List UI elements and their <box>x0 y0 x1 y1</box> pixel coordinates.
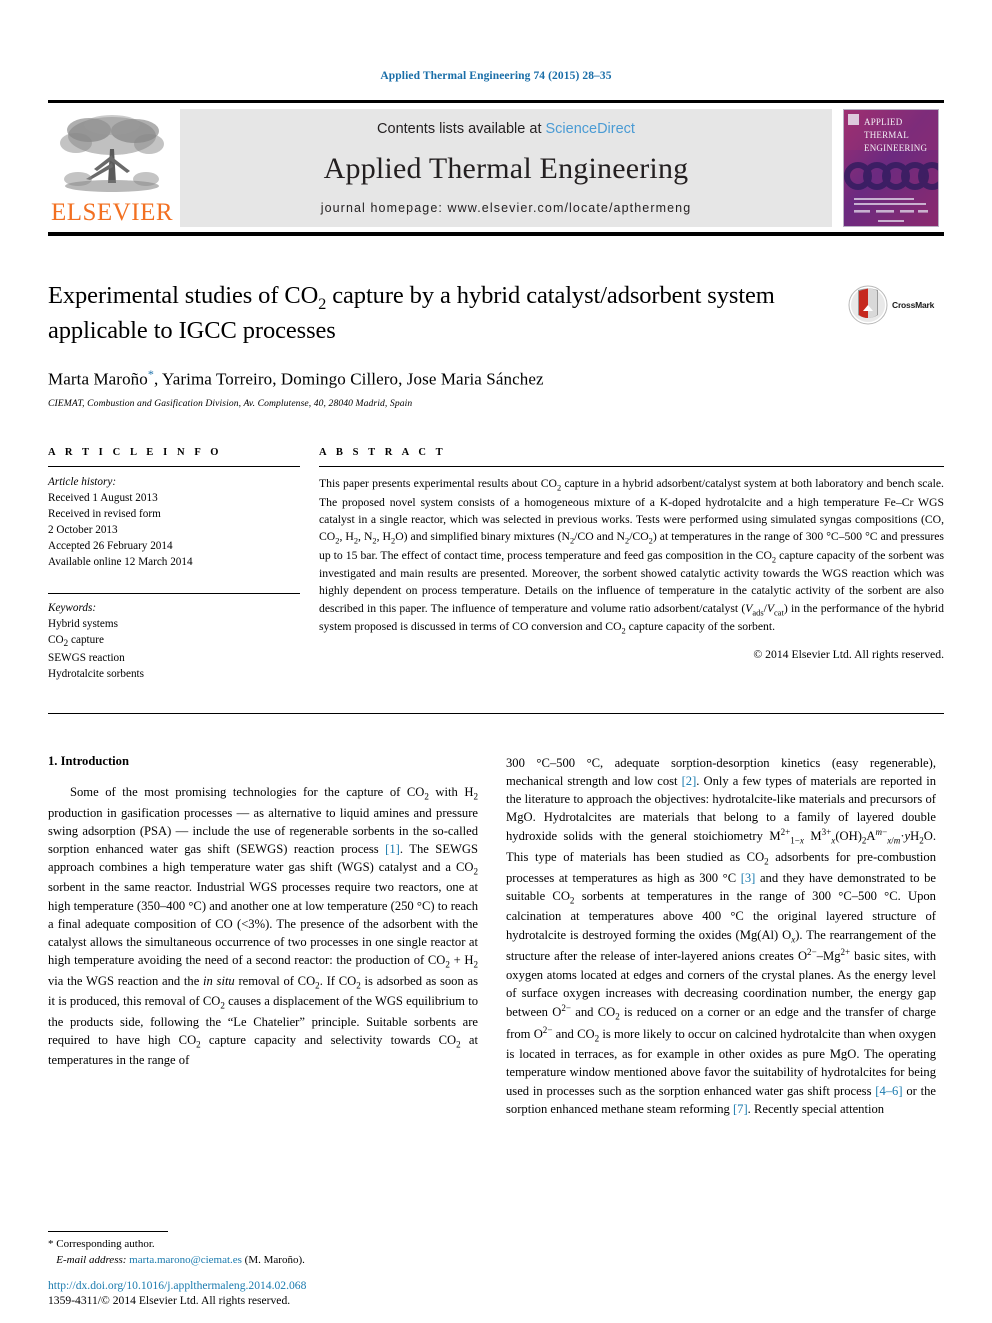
divider <box>48 466 300 468</box>
title-area: Experimental studies of CO2 capture by a… <box>48 280 944 409</box>
body-column-right: 300 °C–500 °C, adequate sorption-desorpt… <box>506 754 936 1118</box>
doi-link[interactable]: http://dx.doi.org/10.1016/j.applthermale… <box>48 1278 518 1294</box>
article-history-item: Received 1 August 2013 <box>48 492 158 505</box>
keyword-item: CO2 capture <box>48 633 104 649</box>
email-suffix: (M. Maroño). <box>241 1253 305 1266</box>
paragraph-intro-left: Some of the most promising technologies … <box>48 784 478 1068</box>
email-link[interactable]: marta.marono@ciemat.es <box>129 1254 242 1266</box>
journal-title: Applied Thermal Engineering <box>323 152 689 185</box>
divider <box>48 592 300 594</box>
article-history-item: Available online 12 March 2014 <box>48 555 193 568</box>
running-head: Applied Thermal Engineering 74 (2015) 28… <box>380 70 612 82</box>
email-label: E-mail address: <box>56 1253 127 1266</box>
abstract-column: A B S T R A C T This paper presents expe… <box>300 447 944 683</box>
abstract-text: This paper presents experimental results… <box>319 477 944 636</box>
info-abstract-section: A R T I C L E I N F O Article history: R… <box>48 447 944 683</box>
citation-link[interactable]: [2] <box>682 774 697 788</box>
elsevier-wordmark: ELSEVIER <box>50 199 174 226</box>
article-history-item: Received in revised form <box>48 508 161 521</box>
article-history-label: Article history: <box>48 476 117 489</box>
journal-cover-thumbnail: APPLIED THERMAL ENGINEERING <box>843 109 939 227</box>
citation-link[interactable]: [1] <box>385 842 400 856</box>
journal-band: Contents lists available at ScienceDirec… <box>180 109 832 227</box>
affiliation: CIEMAT, Combustion and Gasification Divi… <box>48 398 413 410</box>
article-history-item: Accepted 26 February 2014 <box>48 540 173 553</box>
crossmark-label: CrossMark <box>892 300 935 310</box>
journal-masthead: ELSEVIER Contents lists available at Sci… <box>48 100 944 236</box>
author-list: Marta Maroño*, Yarima Torreiro, Domingo … <box>48 367 944 390</box>
journal-cover-block: APPLIED THERMAL ENGINEERING <box>838 109 944 227</box>
elsevier-tree-icon <box>60 115 164 192</box>
body-columns: 1. Introduction Some of the most promisi… <box>48 754 944 1118</box>
crossmark-badge[interactable]: CrossMark <box>848 282 944 328</box>
keywords-label: Keywords: <box>48 601 97 614</box>
keyword-item: Hydrotalcite sorbents <box>48 668 145 681</box>
elsevier-logo-block: ELSEVIER <box>48 109 176 227</box>
svg-text:ENGINEERING: ENGINEERING <box>864 143 927 153</box>
abstract-heading: A B S T R A C T <box>319 447 447 459</box>
section-divider <box>48 712 944 714</box>
article-info-heading: A R T I C L E I N F O <box>48 447 223 459</box>
authors-rest: , Yarima Torreiro, Domingo Cillero, Jose… <box>153 369 544 389</box>
section-heading-introduction: 1. Introduction <box>48 753 129 768</box>
paper-page: Applied Thermal Engineering 74 (2015) 28… <box>0 0 992 1323</box>
keyword-item: Hybrid systems <box>48 617 118 630</box>
author-corresponding: Marta Maroño <box>48 369 148 389</box>
email-note: E-mail address: marta.marono@ciemat.es (… <box>48 1253 478 1268</box>
footnote-divider <box>48 1231 168 1233</box>
colophon-block: http://dx.doi.org/10.1016/j.applthermale… <box>48 1278 518 1309</box>
svg-text:THERMAL: THERMAL <box>864 130 909 140</box>
footnote-block: * Corresponding author. E-mail address: … <box>48 1231 478 1268</box>
crossmark-icon <box>848 285 888 325</box>
issn-copyright: 1359-4311/© 2014 Elsevier Ltd. All right… <box>48 1294 291 1308</box>
svg-text:APPLIED: APPLIED <box>864 117 903 127</box>
body-column-left: 1. Introduction Some of the most promisi… <box>48 754 478 1118</box>
divider <box>319 466 944 468</box>
article-info-column: A R T I C L E I N F O Article history: R… <box>48 447 300 683</box>
contents-prefix: Contents lists available at <box>377 121 546 137</box>
paper-title: Experimental studies of CO2 capture by a… <box>48 280 838 347</box>
sciencedirect-link[interactable]: ScienceDirect <box>546 121 635 137</box>
citation-link[interactable]: [7] <box>733 1102 748 1116</box>
journal-homepage-line[interactable]: journal homepage: www.elsevier.com/locat… <box>321 201 692 215</box>
citation-link[interactable]: [4–6] <box>875 1084 902 1098</box>
article-history-item: 2 October 2013 <box>48 524 118 537</box>
abstract-copyright: © 2014 Elsevier Ltd. All rights reserved… <box>753 647 944 661</box>
keyword-item: SEWGS reaction <box>48 652 125 665</box>
citation-link[interactable]: [3] <box>741 871 756 885</box>
contents-available-line: Contents lists available at ScienceDirec… <box>377 121 635 137</box>
title-part-1: Experimental studies of CO <box>48 282 319 309</box>
corresponding-author-note: * Corresponding author. <box>48 1238 155 1251</box>
paragraph-intro-right: 300 °C–500 °C, adequate sorption-desorpt… <box>506 755 937 1116</box>
